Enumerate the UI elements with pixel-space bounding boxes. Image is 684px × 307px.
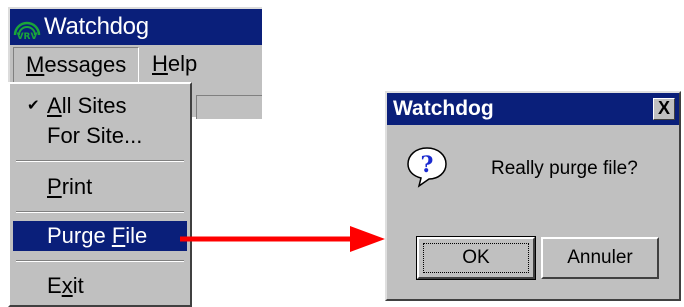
dialog-message: Really purge file? xyxy=(491,158,638,179)
menu-separator xyxy=(16,260,184,262)
main-title-bar[interactable]: VRV Watchdog xyxy=(10,9,262,45)
menu-help-accel: H xyxy=(152,51,168,76)
cancel-button[interactable]: Annuler xyxy=(541,237,659,279)
logo-text: VRV xyxy=(17,32,38,41)
menu-item-all-sites[interactable]: All Sites xyxy=(13,91,187,121)
exit-label-rest: it xyxy=(72,273,84,298)
red-arrow-icon xyxy=(180,226,385,252)
menu-separator xyxy=(16,160,184,162)
purge-label-rest: ile xyxy=(125,223,148,248)
close-icon: X xyxy=(657,98,670,118)
purge-accel: F xyxy=(111,223,126,248)
ok-button[interactable]: OK xyxy=(416,236,536,280)
menu-messages-label: essages xyxy=(44,52,127,77)
window-title: Watchdog xyxy=(44,13,149,40)
watchdog-logo-icon: VRV xyxy=(13,21,41,41)
menu-separator xyxy=(16,211,184,213)
menu-help-label: elp xyxy=(167,51,198,76)
main-client-area xyxy=(196,95,262,119)
all-sites-label: ll Sites xyxy=(61,93,127,118)
menu-item-purge-file[interactable]: Purge File xyxy=(13,221,187,251)
menu-help[interactable]: Help xyxy=(152,47,197,83)
close-button[interactable]: X xyxy=(653,98,675,120)
menu-messages[interactable]: Messages xyxy=(13,47,139,83)
menu-item-for-site[interactable]: For Site... xyxy=(13,121,187,151)
menu-messages-accel: M xyxy=(26,52,45,77)
exit-accel: x xyxy=(61,273,73,298)
purge-label-pre: Purge xyxy=(47,223,112,248)
question-glyph: ? xyxy=(421,152,434,178)
messages-dropdown-menu: All Sites For Site... Print Purge File E… xyxy=(8,82,192,307)
menu-item-print[interactable]: Print xyxy=(13,172,187,202)
dialog-title: Watchdog xyxy=(393,97,494,120)
menu-item-exit[interactable]: Exit xyxy=(13,271,187,301)
print-label: rint xyxy=(61,174,93,199)
all-sites-accel: A xyxy=(47,93,62,118)
exit-label-pre: E xyxy=(47,273,62,298)
question-icon: ? xyxy=(407,147,447,188)
for-site-label: For Site... xyxy=(47,123,143,148)
cancel-label: Annuler xyxy=(567,247,633,268)
dialog-title-bar[interactable]: Watchdog X xyxy=(387,93,679,125)
print-accel: P xyxy=(47,174,62,199)
menu-bar: Messages Help xyxy=(10,45,262,83)
confirm-dialog: Watchdog X ? Really purge file? OK Annul… xyxy=(385,91,681,301)
focus-rect xyxy=(423,243,529,273)
